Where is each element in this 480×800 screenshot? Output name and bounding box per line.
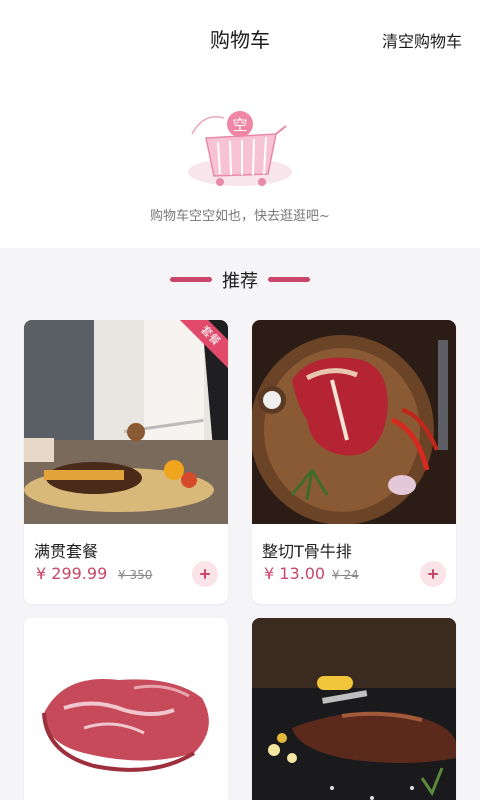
product-image [252,618,456,800]
recommend-title: 推荐 [222,271,258,292]
raw-beef-image [24,618,228,800]
top-section: 购物车 清空购物车 空 购物车空空如也，快去逛逛吧~ [0,0,480,248]
empty-cart-message: 购物车空空如也，快去逛逛吧~ [150,209,330,224]
product-original-price: ¥ 24 [332,568,359,582]
product-image: 套餐 [24,320,228,524]
steak-dinner-image [24,320,228,524]
t-bone-steak-image [252,320,456,524]
cart-wheel-right [258,178,266,186]
product-price: ¥ 13.00 [264,564,326,583]
cart-handle [275,125,287,135]
grilled-steak-image [252,618,456,800]
product-card[interactable] [24,618,228,800]
header: 购物车 清空购物车 [0,0,480,78]
empty-cart-illustration: 空 [188,111,292,186]
recommend-header: 推荐 [0,262,480,296]
product-image [252,320,456,524]
product-card[interactable] [252,618,456,800]
product-name: 整切T骨牛排 [262,542,352,561]
product-price: ¥ 299.99 [36,564,108,583]
recommend-bar-right [268,277,310,282]
product-card[interactable]: 套餐 满贯套餐 ¥ 299.99 ¥ 350 [24,320,228,604]
product-name: 满贯套餐 [34,542,99,561]
product-card[interactable]: 整切T骨牛排 ¥ 13.00 ¥ 24 [252,320,456,604]
add-to-cart-button[interactable] [420,561,446,587]
product-original-price: ¥ 350 [118,568,153,582]
clear-cart-button[interactable]: 清空购物车 [382,28,462,52]
cart-wheel-left [216,178,224,186]
add-to-cart-button[interactable] [192,561,218,587]
illustration-string [191,116,225,135]
empty-bubble-text: 空 [232,116,247,134]
product-image [24,618,228,800]
